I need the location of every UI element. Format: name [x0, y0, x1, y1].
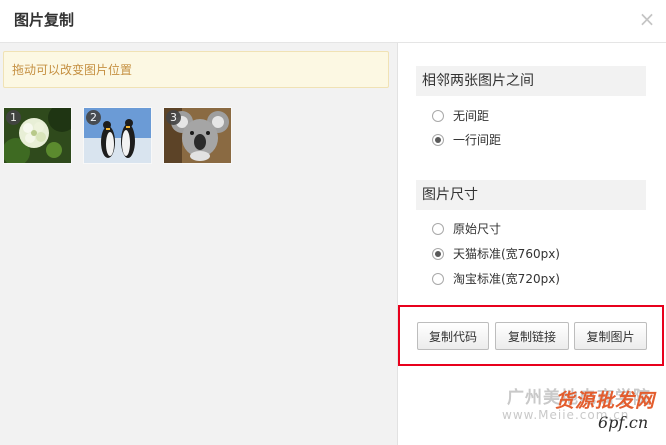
- thumbnail-koala[interactable]: 3: [163, 107, 232, 164]
- radio-icon[interactable]: [432, 133, 444, 146]
- radio-label: 一行间距: [453, 133, 502, 147]
- spacing-section-title: 相邻两张图片之间: [416, 66, 646, 96]
- image-order-pane: 拖动可以改变图片位置 1 2 3: [0, 43, 398, 445]
- radio-label: 无间距: [453, 109, 490, 123]
- radio-icon[interactable]: [432, 109, 444, 122]
- copy-image-button[interactable]: 复制图片: [574, 322, 647, 350]
- size-section-title: 图片尺寸: [416, 180, 646, 210]
- radio-icon[interactable]: [432, 247, 444, 260]
- copy-link-button[interactable]: 复制链接: [495, 322, 569, 350]
- radio-no-spacing[interactable]: 无间距: [432, 107, 489, 125]
- radio-tmall-standard[interactable]: 天猫标准(宽760px): [432, 245, 560, 263]
- watermark-site: 6pf.cn: [598, 413, 649, 432]
- copy-code-button[interactable]: 复制代码: [417, 322, 489, 350]
- dialog-title: 图片复制: [14, 11, 75, 29]
- radio-label: 淘宝标准(宽720px): [453, 272, 560, 286]
- radio-label: 天猫标准(宽760px): [453, 247, 560, 261]
- radio-original-size[interactable]: 原始尺寸: [432, 220, 501, 238]
- watermark-red-text: 货源批发网: [555, 390, 656, 412]
- thumbnail-number: 1: [6, 110, 21, 125]
- radio-taobao-standard[interactable]: 淘宝标准(宽720px): [432, 270, 560, 288]
- thumbnail-number: 2: [86, 110, 101, 125]
- thumbnail-flower[interactable]: 1: [3, 107, 72, 164]
- radio-icon[interactable]: [432, 222, 444, 235]
- radio-icon[interactable]: [432, 272, 444, 285]
- drag-tip: 拖动可以改变图片位置: [3, 51, 389, 88]
- radio-one-line-spacing[interactable]: 一行间距: [432, 131, 501, 149]
- thumbnail-number: 3: [166, 110, 181, 125]
- dialog-header: 图片复制 ×: [0, 0, 666, 43]
- close-icon[interactable]: ×: [636, 8, 658, 30]
- radio-label: 原始尺寸: [453, 222, 502, 236]
- thumbnail-penguins[interactable]: 2: [83, 107, 152, 164]
